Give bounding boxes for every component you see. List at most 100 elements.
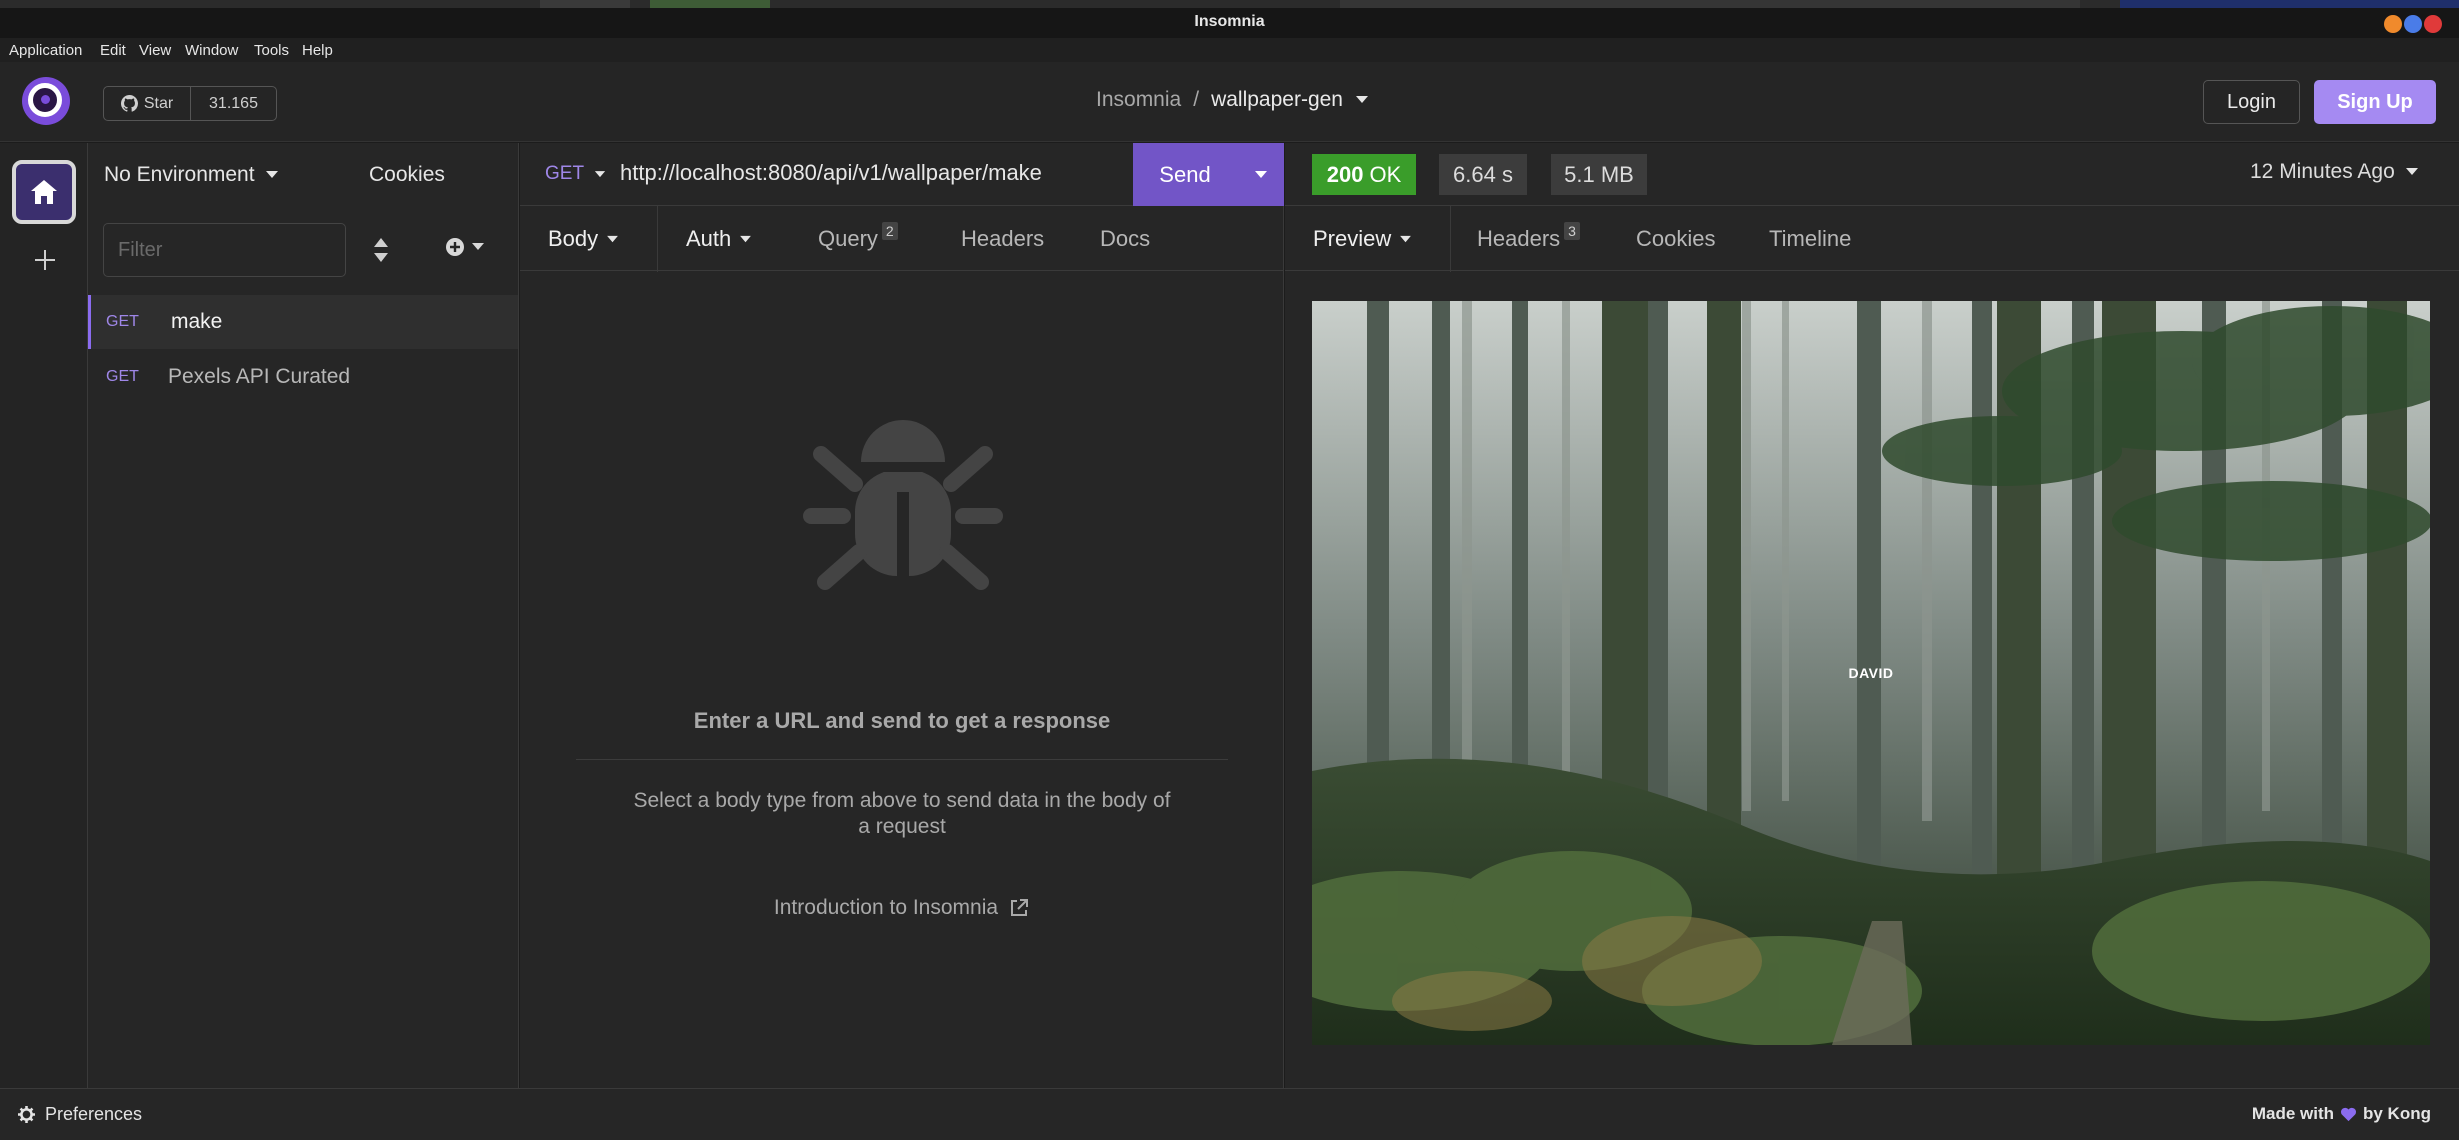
response-tabs: Preview Headers 3 Cookies Timeline [1285, 206, 2459, 271]
app-header: Star 31.165 Insomnia / wallpaper-gen Log… [0, 62, 2459, 142]
preferences-label: Preferences [45, 1104, 143, 1124]
status-footer: Preferences Made with by Kong [0, 1088, 2459, 1140]
menu-view[interactable]: View [139, 42, 171, 59]
request-name: make [171, 310, 223, 333]
sort-icon[interactable] [371, 235, 391, 265]
bug-icon [803, 420, 1003, 590]
response-meta: 200 OK 6.64 s 5.1 MB 12 Minutes Ago [1285, 143, 2459, 206]
environment-label: No Environment [104, 163, 255, 186]
divider [576, 759, 1228, 760]
add-workspace-button[interactable] [28, 243, 62, 277]
plus-circle-icon [446, 238, 464, 256]
cookies-button[interactable]: Cookies [369, 163, 445, 187]
home-button[interactable] [12, 160, 76, 224]
window-title: Insomnia [1194, 13, 1265, 30]
send-button[interactable]: Send [1133, 143, 1284, 206]
chevron-down-icon [594, 170, 606, 177]
menu-edit[interactable]: Edit [100, 42, 126, 59]
environment-selector[interactable]: No Environment [104, 163, 279, 187]
tab-body[interactable]: Body [548, 226, 619, 252]
preferences-button[interactable]: Preferences [18, 1104, 142, 1125]
response-preview-image: DAVID [1312, 301, 2430, 1045]
github-star-count: 31.165 [209, 94, 258, 112]
chevron-down-icon [265, 171, 278, 178]
signup-button[interactable]: Sign Up [2314, 80, 2436, 124]
url-input[interactable]: http://localhost:8080/api/v1/wallpaper/m… [620, 160, 1140, 186]
empty-state-description: Select a body type from above to send da… [633, 789, 1171, 838]
request-method: GET [106, 313, 139, 330]
project-name[interactable]: wallpaper-gen [1211, 88, 1343, 112]
close-button[interactable] [2424, 15, 2442, 33]
home-icon [31, 180, 57, 204]
request-item[interactable]: GET Pexels API Curated [88, 350, 518, 404]
chevron-down-icon[interactable] [1355, 95, 1369, 105]
response-size: 5.1 MB [1551, 154, 1647, 195]
chevron-down-icon [2405, 168, 2418, 175]
menu-window[interactable]: Window [185, 42, 238, 59]
chevron-down-icon [1254, 170, 1267, 178]
request-sidebar: No Environment Cookies GET make GET Pexe… [88, 143, 519, 1088]
response-history-selector[interactable]: 12 Minutes Ago [2250, 160, 2419, 184]
time-ago-label: 12 Minutes Ago [2250, 160, 2395, 183]
made-with-suffix: by Kong [2363, 1104, 2431, 1123]
request-tabs: Body Auth Query 2 Headers Docs [520, 206, 1284, 271]
os-top-strip [0, 0, 2459, 8]
send-label: Send [1159, 161, 1211, 187]
made-with-prefix: Made with [2251, 1104, 2334, 1123]
request-method: GET [106, 368, 139, 385]
image-overlay-text: DAVID [1848, 665, 1894, 681]
heart-icon [2341, 1107, 2356, 1121]
send-options-button[interactable] [1237, 170, 1284, 180]
tab-auth[interactable]: Auth [686, 226, 752, 252]
url-bar: GET http://localhost:8080/api/v1/wallpap… [520, 143, 1284, 206]
tab-response-headers[interactable]: Headers 3 [1477, 222, 1580, 252]
method-selector[interactable]: GET [545, 163, 606, 185]
gear-icon [18, 1106, 35, 1123]
chevron-down-icon [1400, 235, 1412, 242]
filter-input[interactable] [103, 223, 346, 277]
tab-label: Timeline [1769, 226, 1852, 251]
tab-query[interactable]: Query 2 [818, 222, 898, 252]
chevron-down-icon [740, 235, 752, 242]
menu-tools[interactable]: Tools [254, 42, 289, 59]
github-star-button[interactable]: Star 31.165 [103, 86, 277, 121]
login-button[interactable]: Login [2203, 80, 2300, 124]
headers-count-badge: 3 [1564, 222, 1580, 240]
tab-timeline[interactable]: Timeline [1769, 226, 1851, 252]
method-label: GET [545, 163, 585, 184]
breadcrumb-root[interactable]: Insomnia [1096, 88, 1181, 112]
intro-to-insomnia-link[interactable]: Introduction to Insomnia [520, 896, 1284, 920]
tab-label: Query [818, 226, 878, 251]
tab-label: Auth [686, 226, 732, 251]
minimize-button[interactable] [2384, 15, 2402, 33]
tab-response-cookies[interactable]: Cookies [1636, 226, 1715, 252]
tab-docs[interactable]: Docs [1100, 226, 1150, 252]
request-name: Pexels API Curated [168, 365, 351, 388]
window-titlebar: Insomnia [0, 8, 2459, 38]
maximize-button[interactable] [2404, 15, 2422, 33]
insomnia-logo[interactable] [22, 77, 70, 125]
status-code: 200 [1326, 161, 1364, 187]
tab-label: Docs [1100, 226, 1151, 251]
github-icon [120, 95, 138, 112]
plus-icon [35, 250, 55, 270]
request-pane: GET http://localhost:8080/api/v1/wallpap… [520, 143, 1284, 1088]
menu-application[interactable]: Application [9, 42, 82, 59]
made-with-kong[interactable]: Made with by Kong [2252, 1104, 2431, 1124]
breadcrumb-separator: / [1193, 88, 1200, 111]
add-request-button[interactable] [445, 237, 485, 257]
tab-label: Preview [1313, 226, 1392, 251]
nav-rail [0, 143, 88, 1088]
empty-state-title: Enter a URL and send to get a response [693, 708, 1111, 733]
external-link-icon [1011, 899, 1029, 916]
request-item[interactable]: GET make [88, 295, 518, 349]
tab-headers[interactable]: Headers [961, 226, 1044, 252]
tab-label: Cookies [1636, 226, 1716, 251]
tab-preview[interactable]: Preview [1313, 226, 1412, 252]
menu-help[interactable]: Help [302, 42, 333, 59]
tab-label: Body [548, 226, 599, 251]
intro-link-label: Introduction to Insomnia [773, 896, 999, 919]
tab-label: Headers [961, 226, 1045, 251]
menu-bar: Application Edit View Window Tools Help [0, 38, 2459, 62]
response-time: 6.64 s [1439, 154, 1527, 195]
